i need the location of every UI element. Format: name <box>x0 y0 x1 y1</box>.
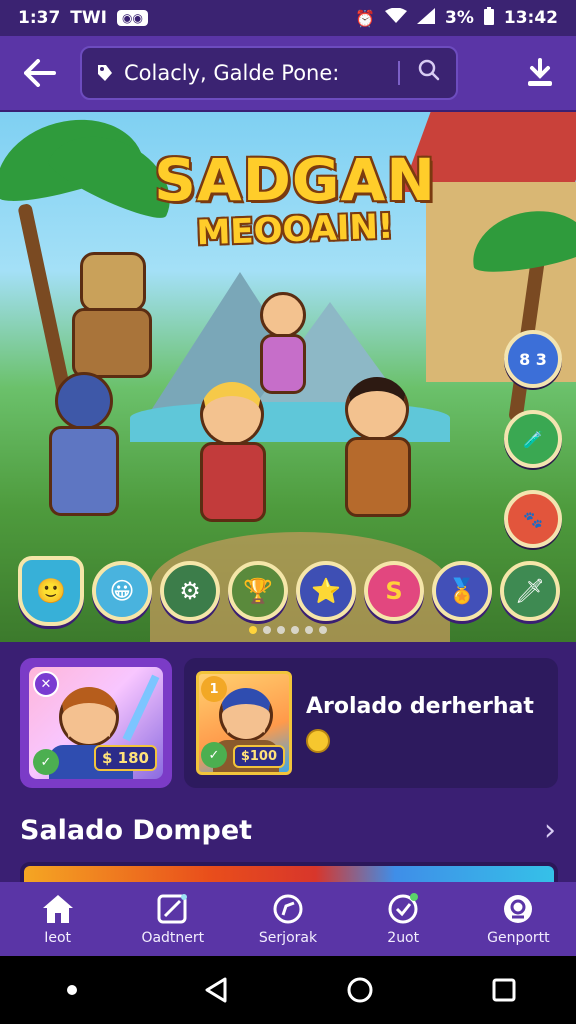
status-carrier: TWI <box>70 8 107 28</box>
avatar-chip-icon[interactable]: 😀 <box>92 561 152 621</box>
character-chips: 🙂 😀 ⚙ 🏆 ⭐ S 🏅 🗡 <box>18 554 563 628</box>
hero-boy-character <box>200 382 266 522</box>
carousel-indicator <box>0 626 576 634</box>
gear-chip-icon[interactable]: ⚙ <box>160 561 220 621</box>
check-icon <box>385 892 421 926</box>
hero-title: SADGAN <box>154 146 436 214</box>
side-badges: 8 3 🧪 🐾 <box>504 330 562 548</box>
nav-item-home[interactable]: Ieot <box>0 882 115 956</box>
carousel-dot[interactable] <box>277 626 285 634</box>
carousel-dot[interactable] <box>291 626 299 634</box>
nav-label: Ieot <box>44 930 71 946</box>
section-title: Salado Dompet <box>20 814 253 846</box>
wifi-icon <box>385 7 407 29</box>
arrow-left-icon <box>24 59 56 87</box>
fighter-character <box>345 377 411 517</box>
rank-badge-icon: ✕ <box>33 671 59 697</box>
star-chip-icon[interactable]: ⭐ <box>296 561 356 621</box>
featured-card-right[interactable]: 1 ✓ $100 Arolado derherhat <box>184 658 558 788</box>
nav-item-support[interactable]: Genportt <box>461 882 576 956</box>
search-input[interactable]: Colacly, Galde Pone: <box>116 61 400 85</box>
home-circle-icon[interactable] <box>340 970 380 1010</box>
carousel-dot[interactable] <box>263 626 271 634</box>
back-triangle-icon[interactable] <box>196 970 236 1010</box>
status-clock: 13:42 <box>503 8 558 28</box>
carousel-dot[interactable] <box>319 626 327 634</box>
knight-character <box>49 372 119 516</box>
nav-label: Oadtnert <box>141 930 205 946</box>
battery-percent: 3% <box>445 8 474 28</box>
battery-icon <box>483 6 494 30</box>
coin-s-chip-icon[interactable]: S <box>364 561 424 621</box>
nav-label: 2uot <box>387 930 420 946</box>
edit-icon <box>155 892 191 926</box>
treasure-chip-icon[interactable]: 🏆 <box>228 561 288 621</box>
search-icon[interactable] <box>414 59 444 87</box>
hero-banner[interactable]: SADGAN MEOOAIN! 8 3 🧪 🐾 🙂 😀 ⚙ 🏆 ⭐ S 🏅 🗡 <box>0 112 576 642</box>
side-badge[interactable]: 8 3 <box>504 330 562 388</box>
side-badge-creature-icon[interactable]: 🐾 <box>504 490 562 548</box>
nav-item-explore[interactable]: Serjorak <box>230 882 345 956</box>
check-badge-icon: ✓ <box>201 742 227 768</box>
coin-icon <box>306 728 330 753</box>
card-price: $100 <box>232 745 285 768</box>
chevron-right-icon[interactable]: › <box>544 813 556 848</box>
character-portrait: 1 ✓ $100 <box>196 671 292 775</box>
featured-card-left[interactable]: ✕ ✓ $ 180 <box>20 658 172 788</box>
status-bar: 1:37 TWI ◉◉ ⏰ 3% 13:42 <box>0 0 576 36</box>
system-nav-bar <box>0 956 576 1024</box>
app-header: Colacly, Galde Pone: <box>0 36 576 110</box>
notification-icon: ◉◉ <box>116 10 148 26</box>
featured-cards: ✕ ✓ $ 180 1 ✓ $100 Arolado derherhat <box>20 658 558 790</box>
robot-character <box>72 252 152 378</box>
girl-character <box>260 292 306 394</box>
nav-item-tasks[interactable]: 2uot <box>346 882 461 956</box>
nav-label: Serjorak <box>258 930 318 946</box>
section-header[interactable]: Salado Dompet › <box>20 810 556 850</box>
check-badge-icon: ✓ <box>33 749 59 775</box>
menu-dot-icon[interactable] <box>52 970 92 1010</box>
game-logo: SADGAN MEOOAIN! <box>150 146 440 253</box>
download-button[interactable] <box>504 36 576 110</box>
nav-item-edit[interactable]: Oadtnert <box>115 882 230 956</box>
character-portrait: ✕ ✓ $ 180 <box>29 667 163 779</box>
carousel-dot[interactable] <box>249 626 257 634</box>
sword-chip-icon[interactable]: 🗡 <box>500 561 560 621</box>
nav-label: Genportt <box>487 930 550 946</box>
download-icon <box>528 58 552 86</box>
side-badge-potion-icon[interactable]: 🧪 <box>504 410 562 468</box>
home-icon <box>40 892 76 926</box>
back-button[interactable] <box>0 36 80 110</box>
shield-avatar-icon[interactable]: 🙂 <box>18 556 84 626</box>
recents-square-icon[interactable] <box>484 970 524 1010</box>
signal-icon <box>417 7 435 29</box>
support-icon <box>500 892 536 926</box>
carousel-dot[interactable] <box>305 626 313 634</box>
compass-icon <box>270 892 306 926</box>
alarm-icon: ⏰ <box>355 8 375 28</box>
medal-chip-icon[interactable]: 🏅 <box>432 561 492 621</box>
status-time: 1:37 <box>18 8 61 28</box>
card-title: Arolado derherhat <box>306 693 534 719</box>
bottom-nav: Ieot Oadtnert Serjorak 2uot Genportt <box>0 882 576 956</box>
search-bar[interactable]: Colacly, Galde Pone: <box>80 46 458 100</box>
card-price: $ 180 <box>94 745 157 771</box>
rank-badge-icon: 1 <box>201 676 227 702</box>
tag-icon <box>94 62 116 84</box>
